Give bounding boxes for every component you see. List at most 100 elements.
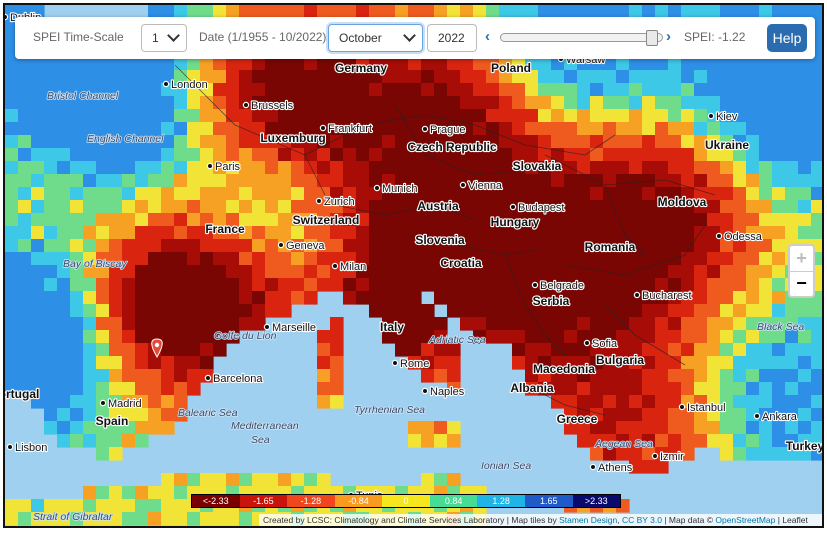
prev-month-arrow-icon[interactable]: ‹ bbox=[485, 28, 490, 45]
spei-cell bbox=[226, 122, 240, 136]
spei-cell bbox=[460, 70, 474, 84]
spei-cell bbox=[278, 161, 292, 175]
spei-cell bbox=[187, 213, 201, 227]
spei-cell bbox=[83, 369, 97, 383]
spei-cell bbox=[109, 70, 123, 84]
date-slider-thumb[interactable] bbox=[646, 30, 659, 46]
spei-cell bbox=[408, 161, 422, 175]
spei-cell bbox=[759, 174, 773, 188]
zoom-in-button[interactable]: + bbox=[790, 246, 813, 272]
spei-cell bbox=[174, 161, 188, 175]
spei-cell bbox=[668, 70, 682, 84]
spei-cell bbox=[44, 239, 58, 253]
spei-cell bbox=[122, 226, 136, 240]
spei-cell bbox=[655, 148, 669, 162]
help-button[interactable]: Help bbox=[767, 24, 807, 52]
spei-cell bbox=[226, 239, 240, 253]
timescale-select[interactable]: 1 bbox=[141, 24, 187, 52]
spei-cell bbox=[5, 226, 19, 240]
city-label: Prague bbox=[430, 124, 465, 136]
spei-cell bbox=[642, 304, 656, 318]
spei-cell bbox=[122, 382, 136, 396]
spei-cell bbox=[811, 408, 822, 422]
spei-cell bbox=[811, 304, 822, 318]
spei-cell bbox=[161, 161, 175, 175]
spei-cell bbox=[57, 382, 71, 396]
spei-cell bbox=[564, 135, 578, 149]
spei-cell bbox=[44, 291, 58, 305]
spei-cell bbox=[629, 187, 643, 201]
attribution-created-by: Created by LCSC: Climatology and Climate… bbox=[263, 515, 505, 525]
spei-cell bbox=[369, 96, 383, 110]
spei-cell bbox=[395, 252, 409, 266]
stamen-link[interactable]: Stamen Design bbox=[559, 515, 617, 525]
cc-link[interactable]: CC BY 3.0 bbox=[622, 515, 662, 525]
spei-cell bbox=[590, 109, 604, 123]
spei-cell bbox=[668, 109, 682, 123]
legend-bin: -1.28 bbox=[287, 495, 335, 507]
year-input[interactable]: 2022 bbox=[427, 24, 477, 52]
country-label: Spain bbox=[96, 414, 129, 428]
city-dot bbox=[242, 101, 250, 109]
osm-link[interactable]: OpenStreetMap bbox=[715, 515, 775, 525]
spei-cell bbox=[317, 278, 331, 292]
spei-cell bbox=[642, 96, 656, 110]
spei-cell bbox=[369, 83, 383, 97]
spei-cell bbox=[174, 343, 188, 357]
spei-cell bbox=[382, 265, 396, 279]
spei-cell bbox=[759, 434, 773, 448]
spei-cell bbox=[135, 408, 149, 422]
spei-cell bbox=[798, 304, 812, 318]
spei-cell bbox=[135, 382, 149, 396]
spei-cell bbox=[720, 252, 734, 266]
spei-cell bbox=[44, 369, 58, 383]
spei-cell bbox=[668, 265, 682, 279]
spei-cell bbox=[707, 213, 721, 227]
zoom-out-button[interactable]: − bbox=[790, 271, 813, 296]
leaflet-link[interactable]: | Leaflet bbox=[778, 515, 808, 525]
spei-cell bbox=[772, 434, 786, 448]
date-slider-track[interactable] bbox=[500, 33, 663, 42]
spei-cell bbox=[239, 278, 253, 292]
spei-cell bbox=[265, 200, 279, 214]
spei-cell bbox=[44, 278, 58, 292]
spei-cell bbox=[668, 174, 682, 188]
spei-cell bbox=[57, 343, 71, 357]
spei-cell bbox=[720, 447, 734, 461]
spei-cell bbox=[109, 304, 123, 318]
spei-cell bbox=[291, 291, 305, 305]
spei-cell bbox=[746, 265, 760, 279]
spei-cell bbox=[811, 421, 822, 435]
next-month-arrow-icon[interactable]: › bbox=[666, 28, 671, 45]
spei-cell bbox=[551, 109, 565, 123]
spei-cell bbox=[681, 343, 695, 357]
spei-cell bbox=[369, 265, 383, 279]
spei-cell bbox=[707, 382, 721, 396]
spei-cell bbox=[486, 278, 500, 292]
spei-cell bbox=[811, 395, 822, 409]
city-dot bbox=[589, 463, 597, 471]
spei-cell bbox=[343, 174, 357, 188]
spei-cell bbox=[239, 148, 253, 162]
spei-cell bbox=[616, 421, 630, 435]
spei-cell bbox=[174, 291, 188, 305]
spei-cell bbox=[707, 356, 721, 370]
sea-label: Tyrrhenian Sea bbox=[354, 404, 425, 416]
spei-cell bbox=[18, 356, 32, 370]
spei-cell bbox=[486, 291, 500, 305]
spei-cell bbox=[148, 252, 162, 266]
spei-cell bbox=[213, 57, 227, 71]
spei-cell bbox=[421, 434, 435, 448]
map-container[interactable]: Germany Poland Luxemburg Czech Republic Slov… bbox=[3, 3, 824, 528]
spei-map[interactable]: Germany Poland Luxemburg Czech Republic Slov… bbox=[5, 5, 822, 526]
spei-cell bbox=[122, 291, 136, 305]
spei-cell bbox=[96, 369, 110, 383]
month-select[interactable]: October bbox=[328, 24, 423, 52]
spei-cell bbox=[96, 447, 110, 461]
spei-cell bbox=[213, 135, 227, 149]
spei-cell bbox=[278, 304, 292, 318]
spei-cell bbox=[187, 135, 201, 149]
spei-cell bbox=[772, 252, 786, 266]
sea-label: English Channel bbox=[87, 133, 164, 145]
spei-cell bbox=[772, 135, 786, 149]
